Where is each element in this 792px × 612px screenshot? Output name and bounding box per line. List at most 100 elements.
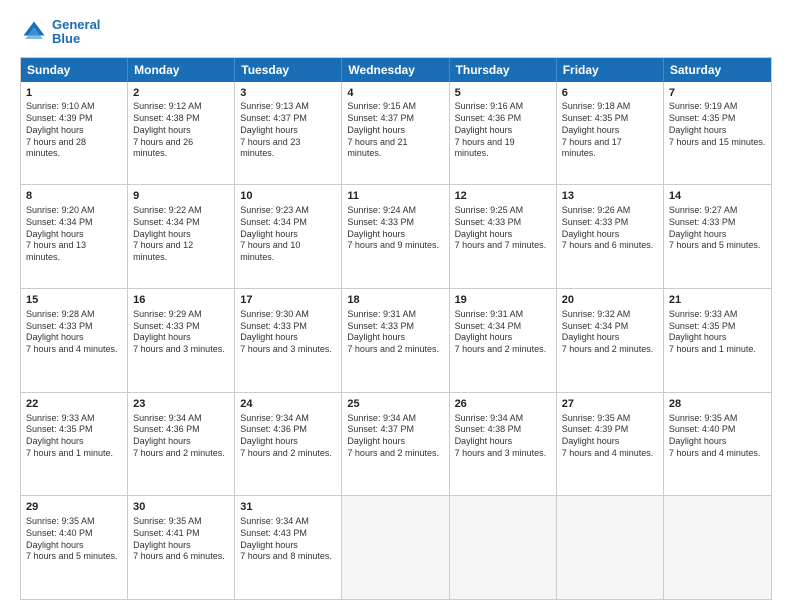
cell-info: Sunrise: 9:35 AMSunset: 4:41 PMDaylight …: [133, 516, 229, 563]
day-number: 5: [455, 86, 551, 101]
day-number: 3: [240, 86, 336, 101]
calendar-cell: 27Sunrise: 9:35 AMSunset: 4:39 PMDayligh…: [557, 393, 664, 496]
header-day-monday: Monday: [128, 58, 235, 82]
cell-info: Sunrise: 9:16 AMSunset: 4:36 PMDaylight …: [455, 101, 551, 159]
cell-info: Sunrise: 9:12 AMSunset: 4:38 PMDaylight …: [133, 101, 229, 159]
cell-info: Sunrise: 9:25 AMSunset: 4:33 PMDaylight …: [455, 205, 551, 252]
calendar-cell: 10Sunrise: 9:23 AMSunset: 4:34 PMDayligh…: [235, 185, 342, 288]
cell-info: Sunrise: 9:19 AMSunset: 4:35 PMDaylight …: [669, 101, 766, 148]
day-number: 24: [240, 397, 336, 412]
calendar-cell: 7Sunrise: 9:19 AMSunset: 4:35 PMDaylight…: [664, 82, 771, 185]
calendar-cell: 11Sunrise: 9:24 AMSunset: 4:33 PMDayligh…: [342, 185, 449, 288]
day-number: 31: [240, 500, 336, 515]
cell-info: Sunrise: 9:26 AMSunset: 4:33 PMDaylight …: [562, 205, 658, 252]
day-number: 1: [26, 86, 122, 101]
cell-info: Sunrise: 9:15 AMSunset: 4:37 PMDaylight …: [347, 101, 443, 159]
cell-info: Sunrise: 9:34 AMSunset: 4:43 PMDaylight …: [240, 516, 336, 563]
cell-info: Sunrise: 9:33 AMSunset: 4:35 PMDaylight …: [26, 413, 122, 460]
cell-info: Sunrise: 9:34 AMSunset: 4:36 PMDaylight …: [240, 413, 336, 460]
calendar-cell: 5Sunrise: 9:16 AMSunset: 4:36 PMDaylight…: [450, 82, 557, 185]
cell-info: Sunrise: 9:34 AMSunset: 4:38 PMDaylight …: [455, 413, 551, 460]
day-number: 23: [133, 397, 229, 412]
calendar-cell: 13Sunrise: 9:26 AMSunset: 4:33 PMDayligh…: [557, 185, 664, 288]
cell-info: Sunrise: 9:31 AMSunset: 4:34 PMDaylight …: [455, 309, 551, 356]
day-number: 20: [562, 293, 658, 308]
day-number: 21: [669, 293, 766, 308]
cell-info: Sunrise: 9:10 AMSunset: 4:39 PMDaylight …: [26, 101, 122, 159]
cell-info: Sunrise: 9:35 AMSunset: 4:40 PMDaylight …: [669, 413, 766, 460]
day-number: 6: [562, 86, 658, 101]
day-number: 22: [26, 397, 122, 412]
calendar-row-3: 15Sunrise: 9:28 AMSunset: 4:33 PMDayligh…: [21, 288, 771, 392]
header-day-sunday: Sunday: [21, 58, 128, 82]
cell-info: Sunrise: 9:32 AMSunset: 4:34 PMDaylight …: [562, 309, 658, 356]
logo: General Blue: [20, 18, 100, 47]
header: General Blue: [20, 18, 772, 47]
day-number: 25: [347, 397, 443, 412]
calendar-cell: [450, 496, 557, 599]
day-number: 19: [455, 293, 551, 308]
day-number: 7: [669, 86, 766, 101]
calendar-cell: 23Sunrise: 9:34 AMSunset: 4:36 PMDayligh…: [128, 393, 235, 496]
calendar-header: SundayMondayTuesdayWednesdayThursdayFrid…: [21, 58, 771, 82]
cell-info: Sunrise: 9:27 AMSunset: 4:33 PMDaylight …: [669, 205, 766, 252]
cell-info: Sunrise: 9:24 AMSunset: 4:33 PMDaylight …: [347, 205, 443, 252]
calendar-cell: 1Sunrise: 9:10 AMSunset: 4:39 PMDaylight…: [21, 82, 128, 185]
calendar-cell: 20Sunrise: 9:32 AMSunset: 4:34 PMDayligh…: [557, 289, 664, 392]
day-number: 13: [562, 189, 658, 204]
day-number: 27: [562, 397, 658, 412]
cell-info: Sunrise: 9:33 AMSunset: 4:35 PMDaylight …: [669, 309, 766, 356]
cell-info: Sunrise: 9:34 AMSunset: 4:36 PMDaylight …: [133, 413, 229, 460]
header-day-friday: Friday: [557, 58, 664, 82]
cell-info: Sunrise: 9:35 AMSunset: 4:40 PMDaylight …: [26, 516, 122, 563]
cell-info: Sunrise: 9:34 AMSunset: 4:37 PMDaylight …: [347, 413, 443, 460]
calendar-cell: 12Sunrise: 9:25 AMSunset: 4:33 PMDayligh…: [450, 185, 557, 288]
calendar-cell: 31Sunrise: 9:34 AMSunset: 4:43 PMDayligh…: [235, 496, 342, 599]
cell-info: Sunrise: 9:22 AMSunset: 4:34 PMDaylight …: [133, 205, 229, 263]
day-number: 11: [347, 189, 443, 204]
cell-info: Sunrise: 9:23 AMSunset: 4:34 PMDaylight …: [240, 205, 336, 263]
day-number: 2: [133, 86, 229, 101]
calendar-cell: 14Sunrise: 9:27 AMSunset: 4:33 PMDayligh…: [664, 185, 771, 288]
cell-info: Sunrise: 9:28 AMSunset: 4:33 PMDaylight …: [26, 309, 122, 356]
calendar-cell: 25Sunrise: 9:34 AMSunset: 4:37 PMDayligh…: [342, 393, 449, 496]
calendar-cell: 30Sunrise: 9:35 AMSunset: 4:41 PMDayligh…: [128, 496, 235, 599]
calendar-cell: 8Sunrise: 9:20 AMSunset: 4:34 PMDaylight…: [21, 185, 128, 288]
cell-info: Sunrise: 9:30 AMSunset: 4:33 PMDaylight …: [240, 309, 336, 356]
day-number: 18: [347, 293, 443, 308]
cell-info: Sunrise: 9:29 AMSunset: 4:33 PMDaylight …: [133, 309, 229, 356]
calendar-cell: 4Sunrise: 9:15 AMSunset: 4:37 PMDaylight…: [342, 82, 449, 185]
calendar-row-5: 29Sunrise: 9:35 AMSunset: 4:40 PMDayligh…: [21, 495, 771, 599]
page: General Blue SundayMondayTuesdayWednesda…: [0, 0, 792, 612]
calendar-cell: 16Sunrise: 9:29 AMSunset: 4:33 PMDayligh…: [128, 289, 235, 392]
calendar-cell: 24Sunrise: 9:34 AMSunset: 4:36 PMDayligh…: [235, 393, 342, 496]
calendar-cell: 18Sunrise: 9:31 AMSunset: 4:33 PMDayligh…: [342, 289, 449, 392]
calendar: SundayMondayTuesdayWednesdayThursdayFrid…: [20, 57, 772, 600]
logo-icon: [20, 18, 48, 46]
cell-info: Sunrise: 9:31 AMSunset: 4:33 PMDaylight …: [347, 309, 443, 356]
day-number: 17: [240, 293, 336, 308]
logo-text: General Blue: [52, 18, 100, 47]
calendar-cell: 29Sunrise: 9:35 AMSunset: 4:40 PMDayligh…: [21, 496, 128, 599]
header-day-wednesday: Wednesday: [342, 58, 449, 82]
cell-info: Sunrise: 9:18 AMSunset: 4:35 PMDaylight …: [562, 101, 658, 159]
day-number: 29: [26, 500, 122, 515]
calendar-cell: 21Sunrise: 9:33 AMSunset: 4:35 PMDayligh…: [664, 289, 771, 392]
day-number: 15: [26, 293, 122, 308]
cell-info: Sunrise: 9:35 AMSunset: 4:39 PMDaylight …: [562, 413, 658, 460]
calendar-cell: [664, 496, 771, 599]
day-number: 8: [26, 189, 122, 204]
calendar-row-1: 1Sunrise: 9:10 AMSunset: 4:39 PMDaylight…: [21, 82, 771, 185]
calendar-cell: 15Sunrise: 9:28 AMSunset: 4:33 PMDayligh…: [21, 289, 128, 392]
day-number: 14: [669, 189, 766, 204]
calendar-cell: 26Sunrise: 9:34 AMSunset: 4:38 PMDayligh…: [450, 393, 557, 496]
header-day-tuesday: Tuesday: [235, 58, 342, 82]
calendar-cell: 2Sunrise: 9:12 AMSunset: 4:38 PMDaylight…: [128, 82, 235, 185]
calendar-cell: 28Sunrise: 9:35 AMSunset: 4:40 PMDayligh…: [664, 393, 771, 496]
day-number: 16: [133, 293, 229, 308]
day-number: 4: [347, 86, 443, 101]
day-number: 10: [240, 189, 336, 204]
day-number: 26: [455, 397, 551, 412]
calendar-row-2: 8Sunrise: 9:20 AMSunset: 4:34 PMDaylight…: [21, 184, 771, 288]
cell-info: Sunrise: 9:13 AMSunset: 4:37 PMDaylight …: [240, 101, 336, 159]
